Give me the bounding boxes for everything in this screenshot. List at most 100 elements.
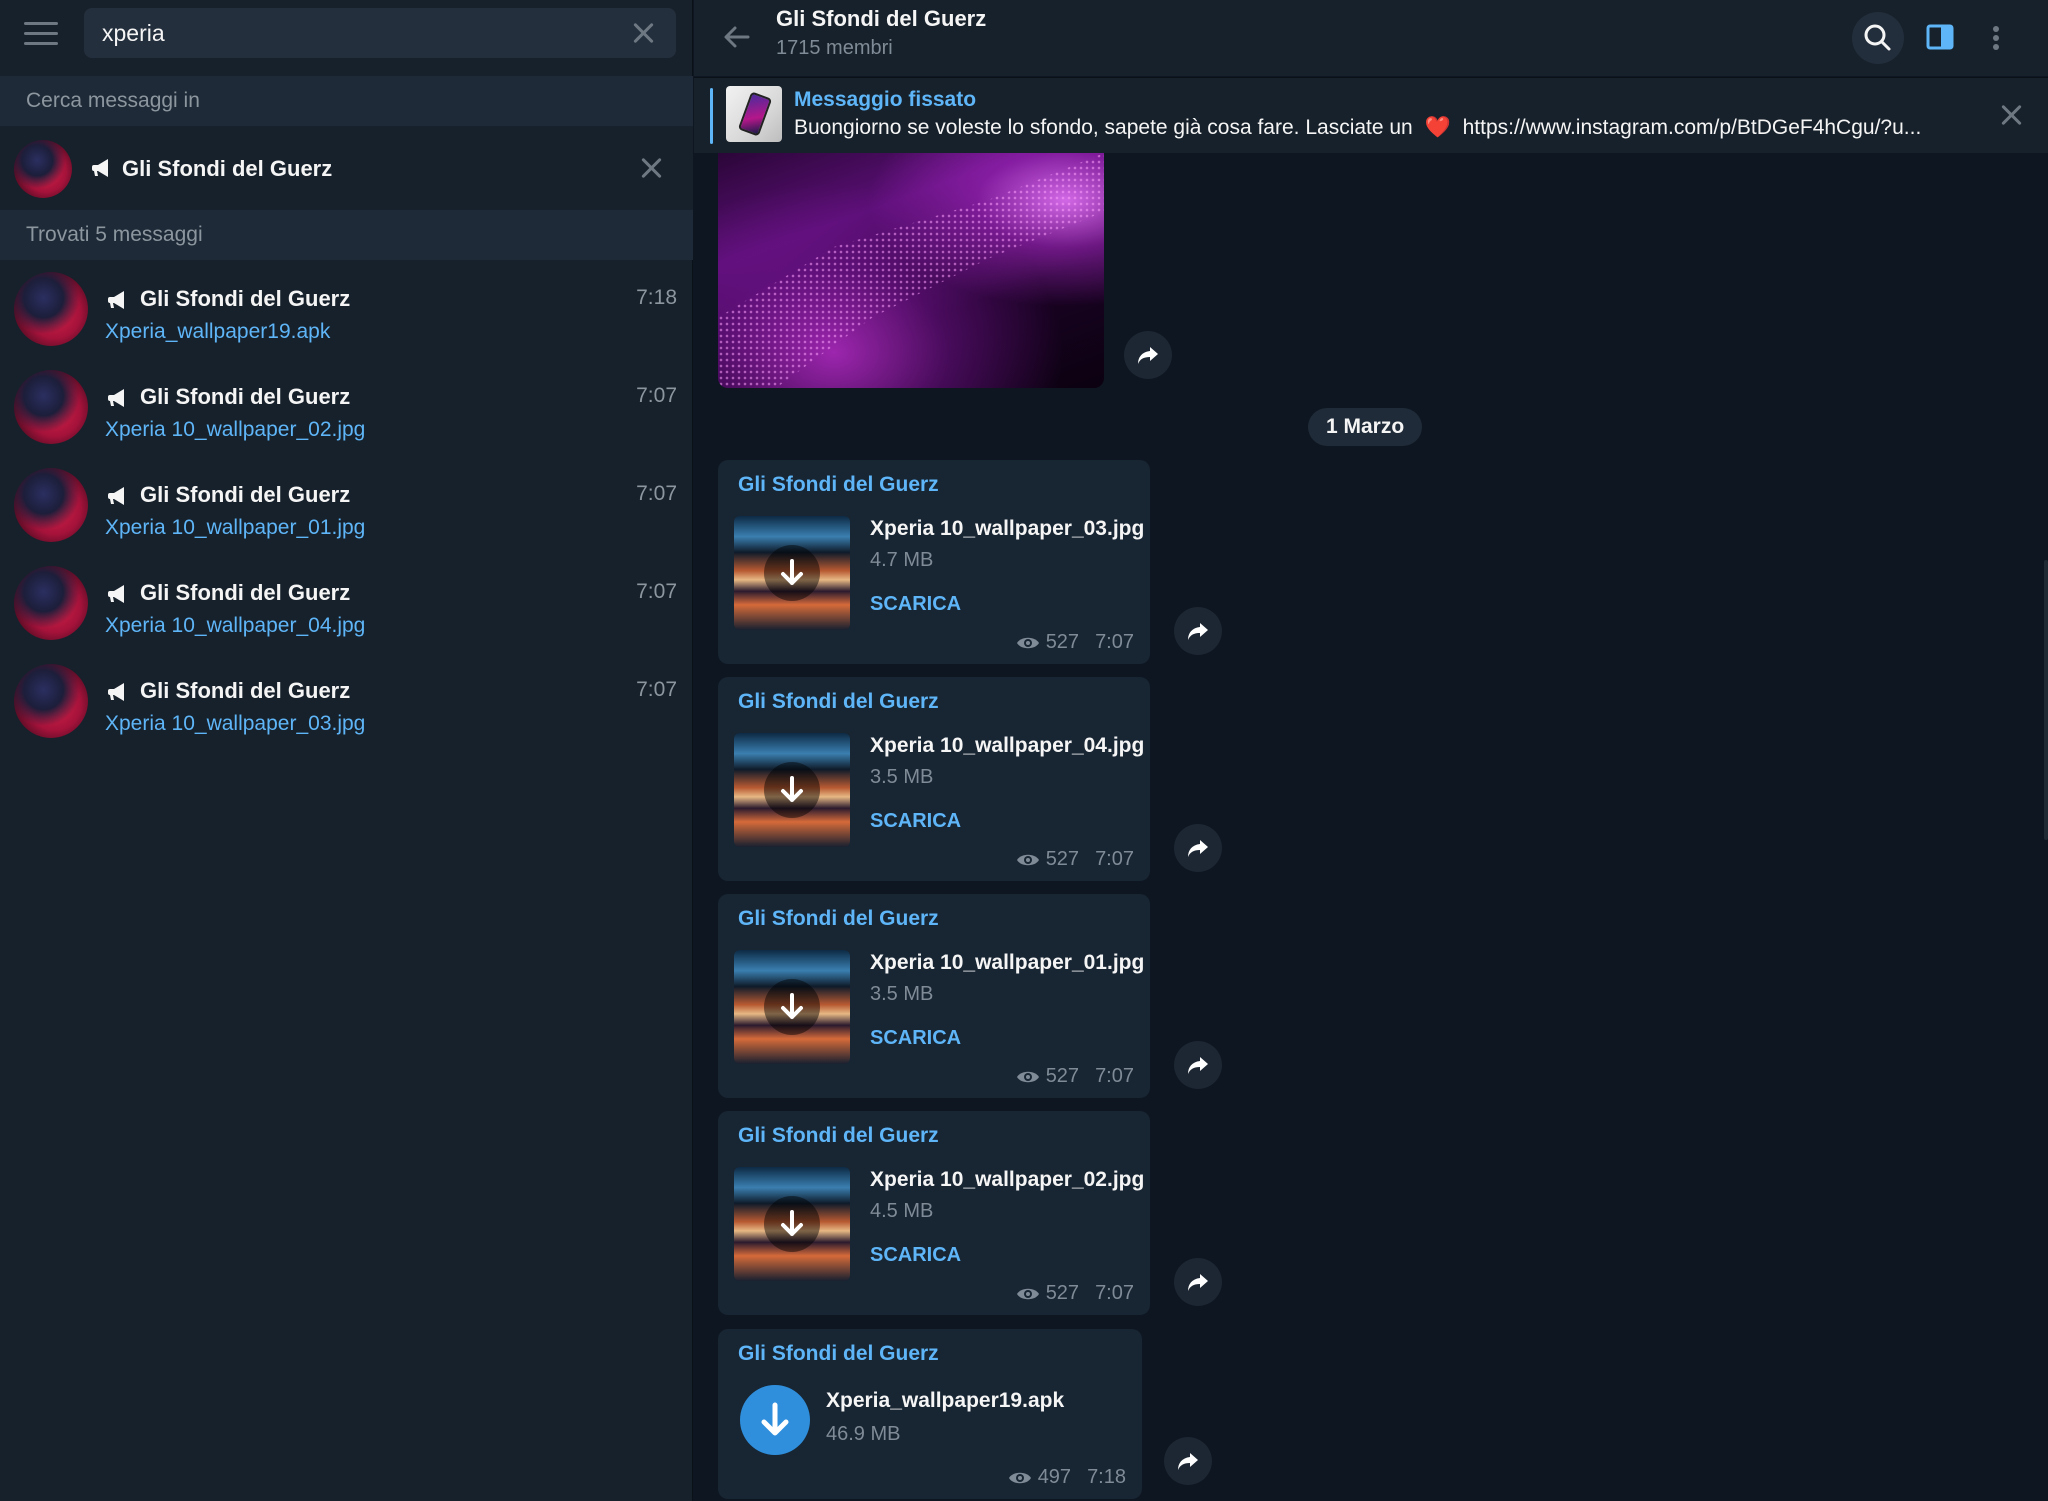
pinned-accent-bar — [710, 88, 713, 144]
result-time: 7:18 — [636, 286, 677, 309]
message-time: 7:07 — [1095, 848, 1134, 870]
search-in-channel-name: Gli Sfondi del Guerz — [122, 156, 333, 181]
download-button[interactable]: SCARICA — [870, 593, 961, 616]
file-message: Gli Sfondi del Guerz Xperia 10_wallpaper… — [718, 677, 1150, 881]
channel-avatar — [14, 664, 88, 738]
message-sender[interactable]: Gli Sfondi del Guerz — [738, 690, 939, 714]
file-size: 4.5 MB — [870, 1200, 934, 1222]
message-sender[interactable]: Gli Sfondi del Guerz — [738, 473, 939, 497]
pinned-title: Messaggio fissato — [794, 88, 977, 111]
search-result-item[interactable]: Gli Sfondi del Guerz 7:18 Xperia_wallpap… — [0, 266, 693, 364]
eye-icon — [1016, 637, 1039, 648]
share-icon[interactable] — [1174, 1258, 1222, 1306]
result-time: 7:07 — [636, 384, 677, 407]
view-count: 527 — [1045, 1065, 1080, 1087]
result-snippet: Xperia 10_wallpaper_03.jpg — [105, 712, 366, 735]
result-channel-name: Gli Sfondi del Guerz — [140, 384, 351, 409]
channel-avatar — [14, 370, 88, 444]
download-button[interactable]: SCARICA — [870, 810, 961, 833]
megaphone-icon — [108, 389, 124, 407]
download-icon[interactable] — [764, 979, 820, 1035]
view-count: 497 — [1037, 1466, 1072, 1488]
eye-icon — [1016, 854, 1039, 865]
search-result-item[interactable]: Gli Sfondi del Guerz 7:07 Xperia 10_wall… — [0, 560, 693, 658]
view-count: 527 — [1045, 848, 1080, 870]
share-icon[interactable] — [1164, 1437, 1212, 1485]
file-message: Gli Sfondi del Guerz Xperia 10_wallpaper… — [718, 894, 1150, 1098]
file-size: 3.5 MB — [870, 766, 934, 788]
download-icon[interactable] — [764, 1196, 820, 1252]
megaphone-icon — [92, 159, 108, 177]
view-count: 527 — [1045, 631, 1080, 653]
share-icon[interactable] — [1174, 824, 1222, 872]
file-size: 3.5 MB — [870, 983, 934, 1005]
megaphone-icon — [108, 487, 124, 505]
file-name: Xperia 10_wallpaper_03.jpg — [870, 517, 1145, 540]
eye-icon — [1008, 1472, 1031, 1483]
eye-icon — [1016, 1288, 1039, 1299]
message-time: 7:18 — [1087, 1466, 1126, 1488]
sidebar-topbar — [0, 0, 693, 76]
search-result-item[interactable]: Gli Sfondi del Guerz 7:07 Xperia 10_wall… — [0, 364, 693, 462]
share-icon[interactable] — [1174, 1041, 1222, 1089]
message-sender[interactable]: Gli Sfondi del Guerz — [738, 1124, 939, 1148]
file-size: 46.9 MB — [826, 1423, 901, 1445]
search-in-channel-chip[interactable]: Gli Sfondi del Guerz — [0, 126, 693, 210]
message-time: 7:07 — [1095, 1065, 1134, 1087]
pinned-message-bar[interactable]: Messaggio fissato Buongiorno se voleste … — [694, 77, 2048, 153]
close-pinned-close-icon[interactable] — [1996, 100, 2026, 130]
file-message: Gli Sfondi del Guerz Xperia_wallpaper19.… — [718, 1329, 1142, 1499]
search-box[interactable] — [84, 8, 676, 58]
search-in-label: Cerca messaggi in — [0, 76, 693, 126]
pinned-link[interactable]: https://www.instagram.com/p/BtDGeF4hCgu/… — [1463, 116, 1922, 139]
message-meta: 527 7:07 — [1016, 1065, 1134, 1088]
result-snippet: Xperia 10_wallpaper_02.jpg — [105, 418, 366, 441]
result-time: 7:07 — [636, 678, 677, 701]
search-result-item[interactable]: Gli Sfondi del Guerz 7:07 Xperia 10_wall… — [0, 658, 693, 756]
chat-scrollbar[interactable] — [2044, 560, 2048, 840]
message-time: 7:07 — [1095, 1282, 1134, 1304]
download-button[interactable]: SCARICA — [870, 1244, 961, 1267]
channel-avatar — [14, 566, 88, 640]
channel-avatar — [14, 272, 88, 346]
result-channel-name: Gli Sfondi del Guerz — [140, 580, 351, 605]
search-sidebar: Cerca messaggi in Gli Sfondi del Guerz T… — [0, 0, 693, 1501]
share-icon[interactable] — [1124, 331, 1172, 379]
remove-channel-filter-close-icon[interactable] — [636, 153, 666, 183]
megaphone-icon — [108, 291, 124, 309]
sidebar-toggle-icon[interactable] — [1914, 12, 1966, 64]
back-arrow-icon[interactable] — [722, 22, 752, 52]
file-thumbnail[interactable] — [734, 733, 850, 847]
download-icon[interactable] — [764, 545, 820, 601]
download-icon[interactable] — [740, 1385, 810, 1455]
file-thumbnail[interactable] — [734, 516, 850, 630]
eye-icon — [1016, 1071, 1039, 1082]
channel-avatar — [14, 468, 88, 542]
result-channel-name: Gli Sfondi del Guerz — [140, 286, 351, 311]
share-icon[interactable] — [1174, 607, 1222, 655]
message-sender[interactable]: Gli Sfondi del Guerz — [738, 907, 939, 931]
heart-icon: ❤️ — [1424, 116, 1451, 139]
result-channel-name: Gli Sfondi del Guerz — [140, 678, 351, 703]
message-meta: 497 7:18 — [1008, 1466, 1126, 1489]
clear-search-close-icon[interactable] — [628, 18, 658, 48]
result-time: 7:07 — [636, 482, 677, 505]
view-count: 527 — [1045, 1282, 1080, 1304]
result-snippet: Xperia 10_wallpaper_01.jpg — [105, 516, 366, 539]
pinned-text-before: Buongiorno se voleste lo sfondo, sapete … — [794, 116, 1413, 139]
search-input[interactable] — [102, 8, 602, 58]
search-result-item[interactable]: Gli Sfondi del Guerz 7:07 Xperia 10_wall… — [0, 462, 693, 560]
file-thumbnail[interactable] — [734, 950, 850, 1064]
search-icon[interactable] — [1852, 12, 1904, 64]
download-button[interactable]: SCARICA — [870, 1027, 961, 1050]
more-vertical-icon[interactable] — [1976, 12, 2016, 64]
menu-icon[interactable] — [24, 22, 58, 48]
photo-message[interactable] — [718, 153, 1104, 388]
chat-panel: Gli Sfondi del Guerz 1715 membri Messagg… — [694, 0, 2048, 1501]
file-thumbnail[interactable] — [734, 1167, 850, 1281]
message-sender[interactable]: Gli Sfondi del Guerz — [738, 1342, 939, 1366]
chat-header: Gli Sfondi del Guerz 1715 membri — [694, 0, 2048, 76]
chat-title[interactable]: Gli Sfondi del Guerz — [776, 6, 986, 32]
download-icon[interactable] — [764, 762, 820, 818]
file-message: Gli Sfondi del Guerz Xperia 10_wallpaper… — [718, 460, 1150, 664]
